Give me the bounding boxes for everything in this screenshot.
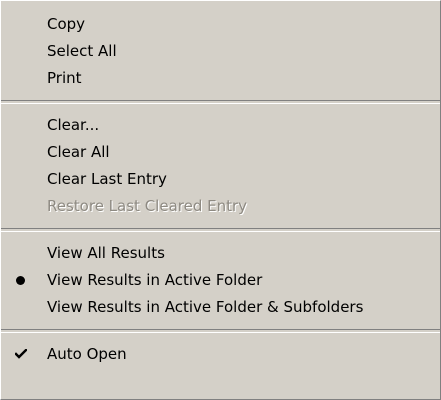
menu-item-select-all[interactable]: Select All — [1, 38, 440, 65]
menu-item-print[interactable]: Print — [1, 65, 440, 92]
context-menu: Copy Select All Print Clear... Clear All… — [0, 0, 441, 400]
menu-item-label: Clear... — [47, 116, 100, 134]
menu-item-label: Restore Last Cleared Entry — [47, 197, 248, 215]
menu-separator — [1, 228, 440, 232]
menu-item-auto-open[interactable]: Auto Open — [1, 341, 440, 368]
menu-item-label: Auto Open — [47, 345, 127, 363]
menu-item-clear-last-entry[interactable]: Clear Last Entry — [1, 166, 440, 193]
menu-item-copy[interactable]: Copy — [1, 11, 440, 38]
menu-item-restore-last-cleared-entry: Restore Last Cleared Entry — [1, 193, 440, 220]
menu-item-clear[interactable]: Clear... — [1, 112, 440, 139]
bullet-icon — [16, 276, 25, 285]
menu-separator — [1, 329, 440, 333]
menu-item-label: Copy — [47, 15, 86, 33]
menu-item-label: View Results in Active Folder & Subfolde… — [47, 298, 364, 316]
menu-item-label: View All Results — [47, 244, 165, 262]
menu-item-label: Print — [47, 69, 82, 87]
menu-item-view-results-active-folder-subfolders[interactable]: View Results in Active Folder & Subfolde… — [1, 294, 440, 321]
menu-item-label: Clear Last Entry — [47, 170, 167, 188]
menu-item-view-all-results[interactable]: View All Results — [1, 240, 440, 267]
menu-item-view-results-active-folder[interactable]: View Results in Active Folder — [1, 267, 440, 294]
menu-item-label: Select All — [47, 42, 117, 60]
menu-item-label: Clear All — [47, 143, 110, 161]
menu-item-clear-all[interactable]: Clear All — [1, 139, 440, 166]
menu-separator — [1, 100, 440, 104]
menu-item-label: View Results in Active Folder — [47, 271, 263, 289]
